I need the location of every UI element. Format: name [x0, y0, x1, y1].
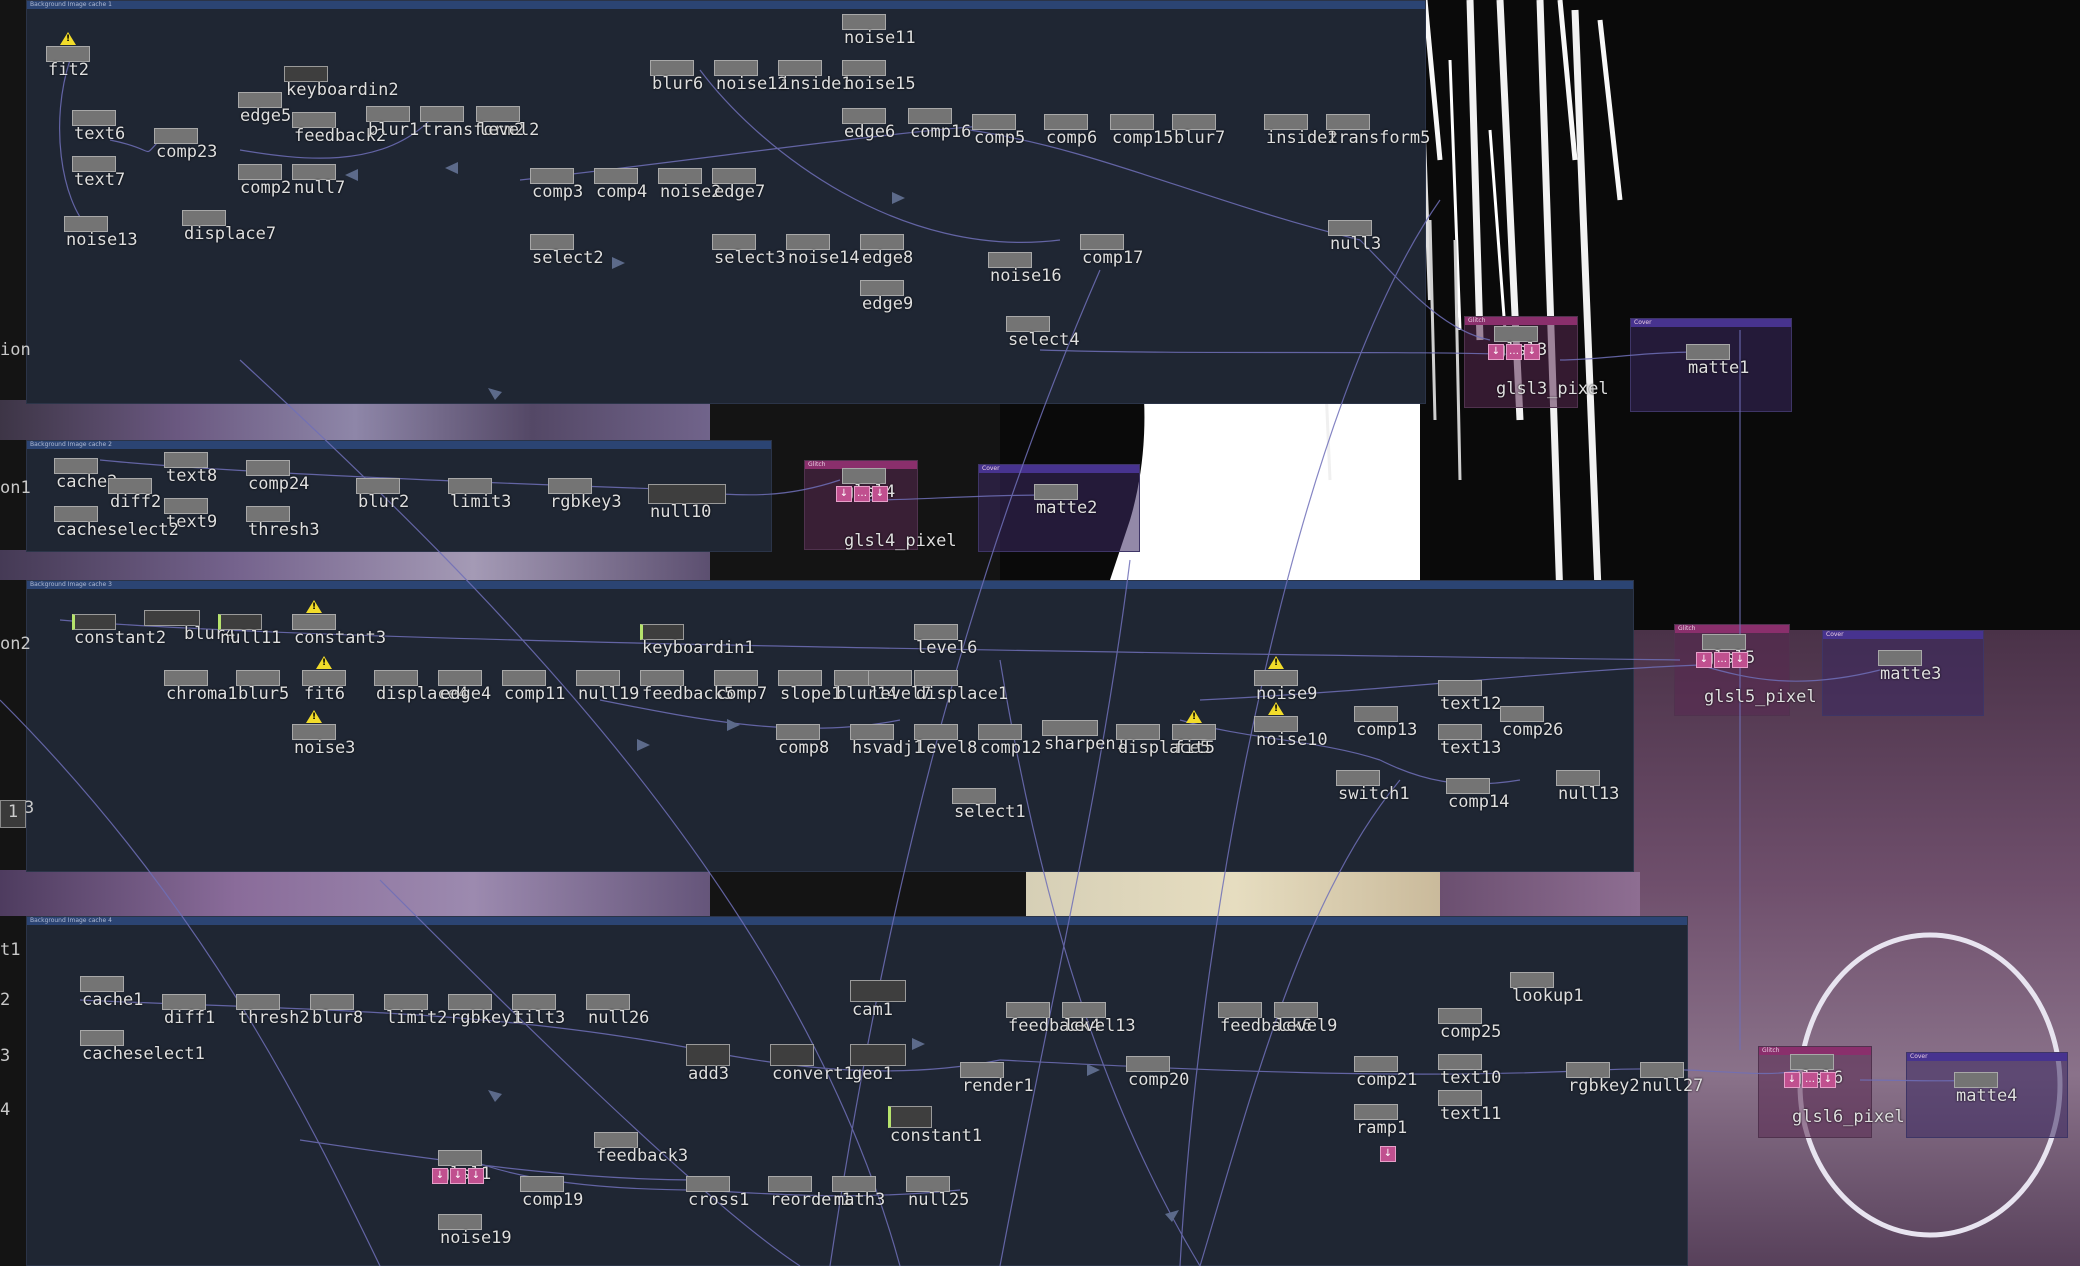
- warning-icon: [60, 32, 76, 45]
- warning-icon: [1268, 702, 1284, 715]
- glsl-pins: ↓… ↓: [836, 486, 888, 502]
- edge-label: 4: [0, 1100, 11, 1120]
- edge-label: ion: [0, 340, 31, 360]
- edge-label: on2: [0, 634, 31, 654]
- glsl-pins: ↓… ↓: [1784, 1072, 1836, 1088]
- edge-label: on1: [0, 478, 31, 498]
- edge-label: 3: [0, 1046, 11, 1066]
- warning-icon: [316, 656, 332, 669]
- warning-icon: [1268, 656, 1284, 669]
- edge-label: 2: [0, 990, 11, 1010]
- ramp-pin: ↓: [1380, 1146, 1396, 1162]
- warning-icon: [1186, 710, 1202, 723]
- edge-label: t1: [0, 940, 21, 960]
- network-editor[interactable]: Background Image cache 1 Background Imag…: [0, 0, 2080, 1266]
- glsl-pins: ↓ ↓ ↓: [432, 1168, 484, 1184]
- warning-icon: [306, 710, 322, 723]
- glsl-pins: ↓… ↓: [1696, 652, 1748, 668]
- side-index-box[interactable]: 1: [0, 800, 26, 828]
- glsl-pins: ↓… ↓: [1488, 344, 1540, 360]
- warning-icon: [306, 600, 322, 613]
